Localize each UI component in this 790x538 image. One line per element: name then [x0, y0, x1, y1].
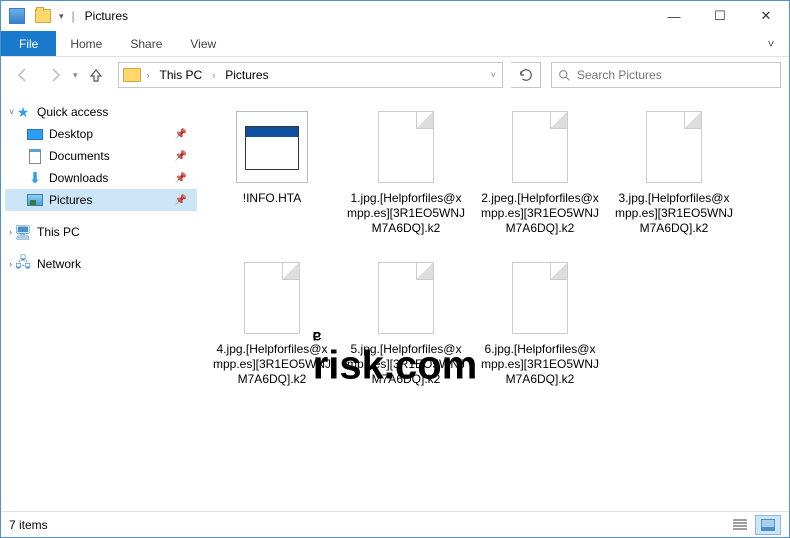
collapse-icon[interactable]: ˅: [9, 107, 14, 117]
sidebar-label: Network: [37, 257, 81, 271]
address-bar[interactable]: › This PC › Pictures ˅: [118, 62, 503, 88]
breadcrumb-pictures[interactable]: Pictures: [221, 66, 272, 84]
chevron-right-icon[interactable]: ›: [145, 70, 152, 80]
details-view-button[interactable]: [727, 515, 753, 535]
sidebar-item-quick-access[interactable]: ˅ ★ Quick access: [5, 101, 197, 123]
search-input[interactable]: [577, 68, 774, 82]
file-item[interactable]: 6.jpg.[Helpforfiles@xmpp.es][3R1EO5WNJM7…: [475, 254, 605, 391]
search-box[interactable]: [551, 62, 781, 88]
download-icon: ⬇: [27, 170, 43, 186]
star-icon: ★: [15, 104, 31, 120]
close-button[interactable]: ✕: [743, 1, 789, 31]
file-name: !INFO.HTA: [243, 191, 301, 206]
address-folder-icon: [123, 68, 141, 82]
file-item[interactable]: 4.jpg.[Helpforfiles@xmpp.es][3R1EO5WNJM7…: [207, 254, 337, 391]
sidebar-label: Downloads: [49, 171, 108, 185]
sidebar-label: Pictures: [49, 193, 92, 207]
sidebar-label: Quick access: [37, 105, 108, 119]
unknown-file-icon: [232, 258, 312, 338]
navigation-pane: ˅ ★ Quick access Desktop Documents ⬇ Dow…: [1, 93, 201, 507]
folder-icon[interactable]: [35, 9, 51, 23]
explorer-icon: [9, 8, 25, 24]
address-dropdown-icon[interactable]: ˅: [489, 70, 498, 80]
status-bar: 7 items: [1, 511, 789, 537]
unknown-file-icon: [366, 258, 446, 338]
file-item[interactable]: 1.jpg.[Helpforfiles@xmpp.es][3R1EO5WNJM7…: [341, 103, 471, 240]
minimize-button[interactable]: —: [651, 1, 697, 31]
sidebar-item-documents[interactable]: Documents: [5, 145, 197, 167]
unknown-file-icon: [500, 107, 580, 187]
unknown-file-icon: [500, 258, 580, 338]
history-dropdown-icon[interactable]: ▾: [73, 70, 78, 81]
pictures-icon: [27, 194, 43, 206]
file-item[interactable]: !INFO.HTA: [207, 103, 337, 240]
file-name: 3.jpg.[Helpforfiles@xmpp.es][3R1EO5WNJM7…: [614, 191, 734, 236]
expand-icon[interactable]: ›: [9, 259, 12, 269]
file-item[interactable]: 2.jpeg.[Helpforfiles@xmpp.es][3R1EO5WNJM…: [475, 103, 605, 240]
sidebar-item-downloads[interactable]: ⬇ Downloads: [5, 167, 197, 189]
expand-icon[interactable]: ›: [9, 227, 12, 237]
sidebar-label: This PC: [37, 225, 80, 239]
desktop-icon: [27, 129, 43, 140]
search-icon: [558, 69, 571, 82]
back-button[interactable]: [9, 61, 37, 89]
file-name: 1.jpg.[Helpforfiles@xmpp.es][3R1EO5WNJM7…: [346, 191, 466, 236]
file-view[interactable]: !INFO.HTA 1.jpg.[Helpforfiles@xmpp.es][3R…: [201, 93, 789, 507]
document-icon: [29, 149, 41, 164]
file-name: 4.jpg.[Helpforfiles@xmpp.es][3R1EO5WNJM7…: [212, 342, 332, 387]
hta-file-icon: [232, 107, 312, 187]
sidebar-item-pictures[interactable]: Pictures: [5, 189, 197, 211]
titlebar: ▾ | Pictures — ☐ ✕: [1, 1, 789, 31]
network-icon: 🖧: [15, 256, 31, 272]
unknown-file-icon: [634, 107, 714, 187]
maximize-button[interactable]: ☐: [697, 1, 743, 31]
window-title: Pictures: [85, 9, 128, 23]
sidebar-item-network[interactable]: › 🖧 Network: [5, 253, 197, 275]
file-item[interactable]: 3.jpg.[Helpforfiles@xmpp.es][3R1EO5WNJM7…: [609, 103, 739, 240]
file-name: 5.jpg.[Helpforfiles@xmpp.es][3R1EO5WNJM7…: [346, 342, 466, 387]
tab-home[interactable]: Home: [56, 31, 116, 56]
sidebar-label: Documents: [49, 149, 110, 163]
forward-button[interactable]: [41, 61, 69, 89]
ribbon-toggle-icon[interactable]: ˅: [753, 31, 789, 56]
file-tab[interactable]: File: [1, 31, 56, 56]
up-button[interactable]: [82, 61, 110, 89]
breadcrumb-thispc[interactable]: This PC: [156, 66, 207, 84]
unknown-file-icon: [366, 107, 446, 187]
tab-share[interactable]: Share: [116, 31, 176, 56]
qat-dropdown-icon[interactable]: ▾: [59, 11, 64, 22]
refresh-button[interactable]: [511, 62, 541, 88]
large-icons-view-button[interactable]: [755, 515, 781, 535]
navigation-bar: ▾ › This PC › Pictures ˅: [1, 57, 789, 93]
sidebar-item-this-pc[interactable]: › 🖥 This PC: [5, 221, 197, 243]
chevron-right-icon[interactable]: ›: [210, 70, 217, 80]
ribbon: File Home Share View ˅: [1, 31, 789, 57]
file-item[interactable]: 5.jpg.[Helpforfiles@xmpp.es][3R1EO5WNJM7…: [341, 254, 471, 391]
quick-access-toolbar: ▾: [31, 9, 68, 23]
sidebar-item-desktop[interactable]: Desktop: [5, 123, 197, 145]
item-count: 7 items: [9, 518, 48, 532]
title-separator: |: [72, 9, 75, 23]
sidebar-label: Desktop: [49, 127, 93, 141]
file-name: 2.jpeg.[Helpforfiles@xmpp.es][3R1EO5WNJM…: [480, 191, 600, 236]
pc-icon: 🖥: [15, 224, 31, 240]
file-name: 6.jpg.[Helpforfiles@xmpp.es][3R1EO5WNJM7…: [480, 342, 600, 387]
tab-view[interactable]: View: [176, 31, 230, 56]
